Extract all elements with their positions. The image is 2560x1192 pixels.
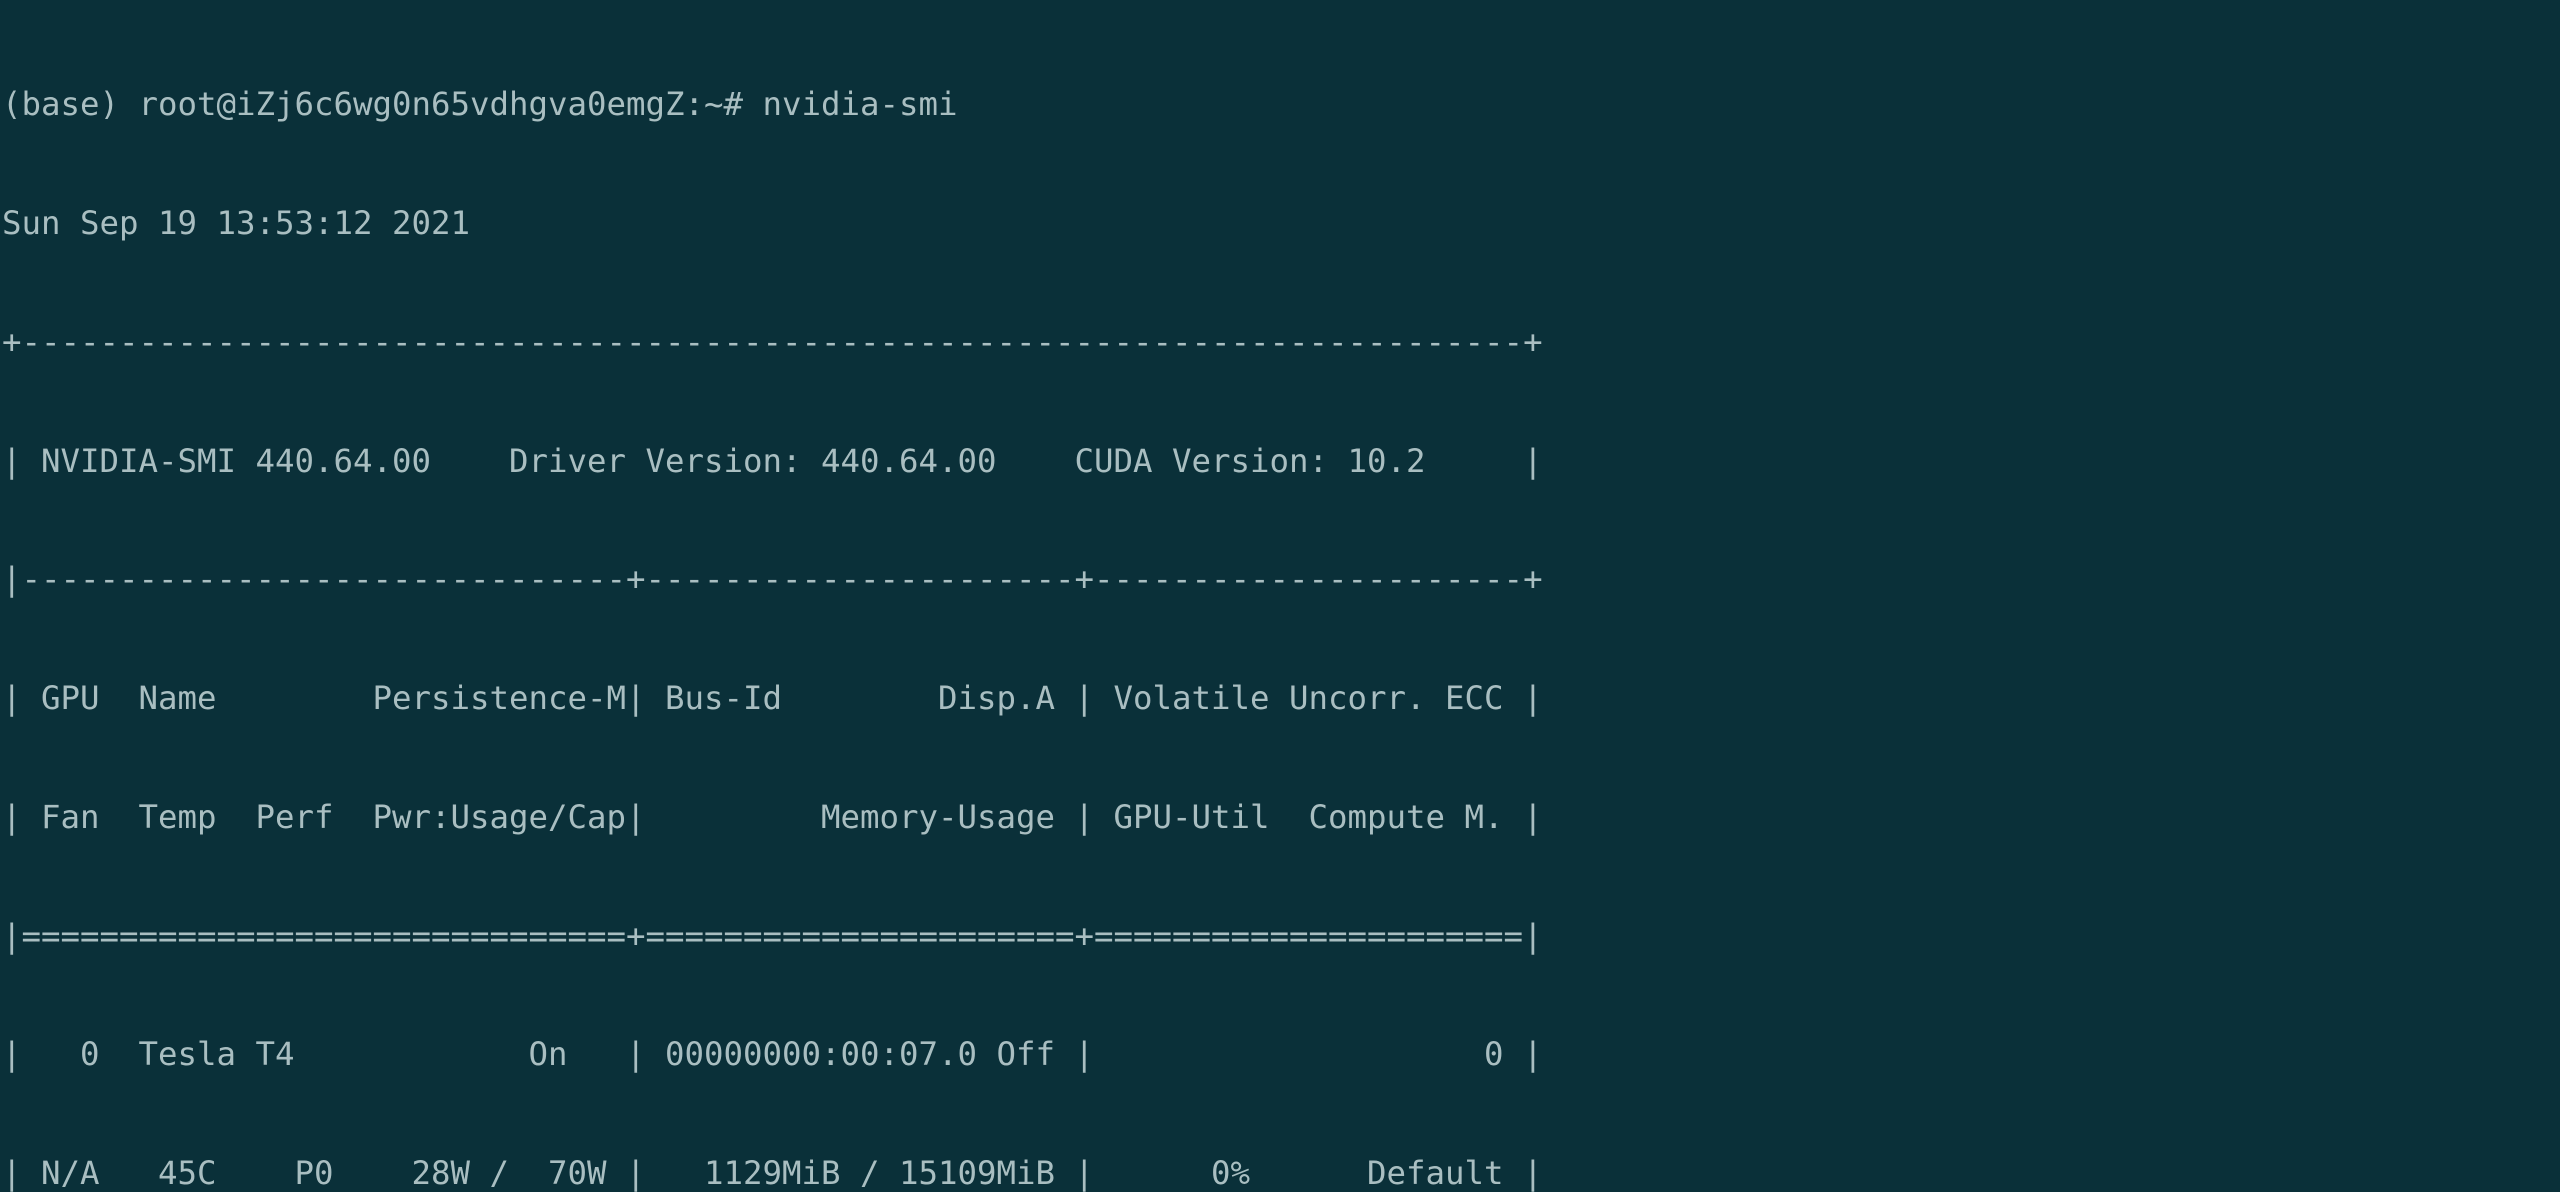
gpu-row-0-line-2: | N/A 45C P0 28W / 70W | 1129MiB / 15109… <box>2 1154 1543 1192</box>
table-divider-1: |-------------------------------+-------… <box>2 560 1543 599</box>
table-top-border: +---------------------------------------… <box>2 322 1543 361</box>
shell-prompt-line: (base) root@iZj6c6wg0n65vdhgva0emgZ:~# n… <box>2 85 958 124</box>
gpu-row-0-line-1: | 0 Tesla T4 On | 00000000:00:07.0 Off |… <box>2 1035 1543 1074</box>
nvidia-smi-timestamp: Sun Sep 19 13:53:12 2021 <box>2 203 471 242</box>
gpu-header-separator: |===============================+=======… <box>2 916 1543 955</box>
smi-version-row: | NVIDIA-SMI 440.64.00 Driver Version: 4… <box>2 441 1543 480</box>
gpu-header-row-2: | Fan Temp Perf Pwr:Usage/Cap| Memory-Us… <box>2 797 1543 836</box>
gpu-header-row-1: | GPU Name Persistence-M| Bus-Id Disp.A … <box>2 679 1543 718</box>
terminal-window[interactable]: (base) root@iZj6c6wg0n65vdhgva0emgZ:~# n… <box>0 0 2560 1192</box>
